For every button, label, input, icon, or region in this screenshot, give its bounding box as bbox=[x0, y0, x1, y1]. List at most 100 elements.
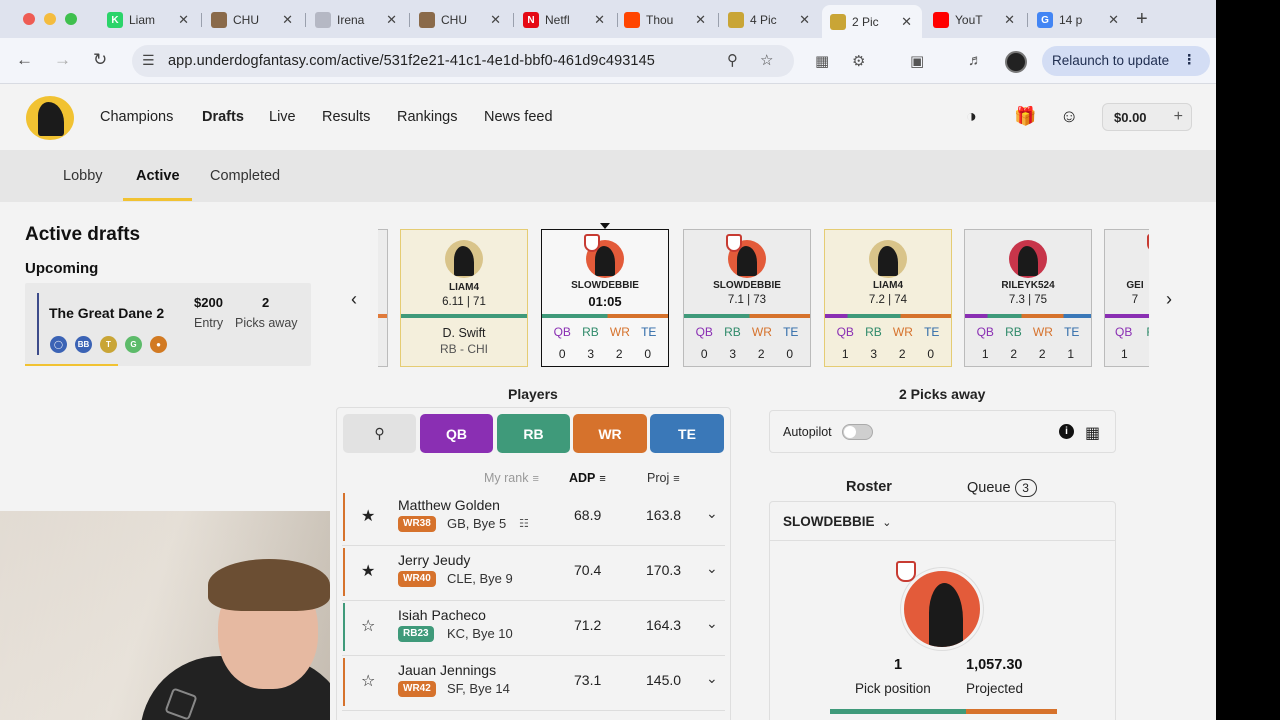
gift-icon[interactable]: 🎁 bbox=[1014, 106, 1036, 127]
sort-my-rank[interactable]: My rank ≡ bbox=[484, 471, 539, 485]
board-prev-arrow-icon[interactable]: ‹ bbox=[351, 289, 357, 310]
star-outline-icon[interactable]: ☆ bbox=[361, 616, 375, 636]
tab-search-icon[interactable]: ▣ bbox=[910, 52, 924, 70]
filter-wr-button[interactable]: WR bbox=[573, 414, 647, 453]
add-funds-icon[interactable]: + bbox=[1174, 108, 1183, 126]
forward-arrow-icon[interactable]: → bbox=[54, 50, 71, 70]
draft-card-partial-prev[interactable] bbox=[378, 229, 388, 367]
tab-label: Irena bbox=[337, 13, 365, 27]
grid-view-icon[interactable]: ▦ bbox=[1085, 423, 1100, 443]
extension-icon[interactable]: ▦ bbox=[815, 52, 829, 70]
star-filled-icon[interactable]: ★ bbox=[361, 561, 375, 581]
bookmark-star-icon[interactable]: ☆ bbox=[760, 51, 773, 69]
chevron-down-icon[interactable]: ⌄ bbox=[706, 670, 718, 687]
tab-roster[interactable]: Roster bbox=[846, 479, 892, 495]
autopilot-toggle[interactable] bbox=[842, 424, 873, 440]
roster-user-dropdown[interactable]: SLOWDEBBIE ⌄ bbox=[783, 514, 892, 529]
location-pin-icon[interactable]: ⚲ bbox=[727, 51, 738, 69]
tab-completed[interactable]: Completed bbox=[210, 168, 280, 184]
draft-card-partial-next[interactable]: GEI 7 QB R 1 bbox=[1104, 229, 1149, 367]
tab-label: YouT bbox=[955, 13, 983, 27]
nav-rankings[interactable]: Rankings bbox=[397, 109, 457, 125]
tab-favicon-icon: G bbox=[1037, 12, 1053, 28]
tab-close-icon[interactable]: ✕ bbox=[490, 12, 501, 28]
puzzle-extensions-icon[interactable]: ⚙ bbox=[852, 52, 865, 70]
chevron-down-icon[interactable]: ⌄ bbox=[706, 505, 718, 522]
chevron-down-icon[interactable]: ⌄ bbox=[706, 615, 718, 632]
chevron-down-icon[interactable]: ⌄ bbox=[706, 560, 718, 577]
draft-card-picked[interactable]: LIAM4 6.11 | 71 D. Swift RB - CHI bbox=[400, 229, 528, 367]
filter-te-button[interactable]: TE bbox=[650, 414, 724, 453]
reload-icon[interactable]: ↻ bbox=[93, 50, 107, 70]
browser-tab[interactable]: YouT ✕ bbox=[925, 6, 1025, 34]
back-arrow-icon[interactable]: ← bbox=[16, 50, 33, 70]
tab-close-icon[interactable]: ✕ bbox=[1108, 12, 1119, 28]
tab-close-icon[interactable]: ✕ bbox=[594, 12, 605, 28]
sort-adp[interactable]: ADP ≡ bbox=[569, 471, 606, 485]
tab-active[interactable]: Active bbox=[136, 168, 180, 184]
browser-tab[interactable]: CHU ✕ bbox=[411, 6, 511, 34]
browser-tab[interactable]: Thou ✕ bbox=[616, 6, 716, 34]
board-next-arrow-icon[interactable]: › bbox=[1166, 289, 1172, 310]
draft-card-current[interactable]: SLOWDEBBIE 01:05 QB RB WR TE 0 3 2 0 bbox=[541, 229, 669, 367]
player-name: Jauan Jennings bbox=[398, 662, 497, 678]
tab-close-icon[interactable]: ✕ bbox=[695, 12, 706, 28]
news-note-icon[interactable]: ☷ bbox=[519, 517, 529, 530]
site-settings-icon[interactable]: ☰ bbox=[142, 52, 155, 69]
nav-news-feed[interactable]: News feed bbox=[484, 109, 553, 125]
drafter-name: GEI bbox=[1126, 280, 1144, 291]
balance-button[interactable]: $0.00 + bbox=[1102, 103, 1192, 131]
player-row[interactable]: ☆ Isiah Pacheco RB23 KC, Bye 10 71.2 164.3 ⌄ bbox=[342, 601, 725, 656]
browser-tab[interactable]: 4 Pic ✕ bbox=[720, 6, 820, 34]
player-row[interactable]: ★ Jerry Jeudy WR40 CLE, Bye 9 70.4 170.3 ⌄ bbox=[342, 546, 725, 601]
draft-card-liam4[interactable]: LIAM4 7.2 | 74 QB RB WR TE 1 3 2 0 bbox=[824, 229, 952, 367]
tab-close-icon[interactable]: ✕ bbox=[282, 12, 293, 28]
nav-results[interactable]: Results bbox=[322, 109, 370, 125]
browser-tab[interactable]: 2 Pic ✕ bbox=[822, 5, 922, 38]
sort-proj[interactable]: Proj ≡ bbox=[647, 471, 680, 485]
new-tab-plus-icon[interactable]: + bbox=[1136, 8, 1148, 31]
tab-close-icon[interactable]: ✕ bbox=[1004, 12, 1015, 28]
profile-avatar[interactable] bbox=[1005, 51, 1027, 73]
info-icon[interactable]: i bbox=[1059, 424, 1074, 439]
nav-drafts[interactable]: Drafts bbox=[202, 109, 244, 125]
player-row[interactable]: ☆ Jauan Jennings WR42 SF, Bye 14 73.1 145.0 ⌄ bbox=[342, 656, 725, 711]
media-controls-icon[interactable]: ♬ bbox=[968, 52, 983, 69]
relaunch-button[interactable]: Relaunch to update ⋮ bbox=[1042, 46, 1210, 76]
pick-position-value: 1 bbox=[894, 657, 903, 673]
account-icon[interactable]: ☺ bbox=[1060, 106, 1078, 127]
browser-tab[interactable]: G 14 p ✕ bbox=[1029, 6, 1129, 34]
player-search-button[interactable]: ⚲ bbox=[343, 414, 416, 453]
tab-close-icon[interactable]: ✕ bbox=[386, 12, 397, 28]
minimize-window-icon[interactable] bbox=[44, 13, 56, 25]
tab-close-icon[interactable]: ✕ bbox=[178, 12, 189, 28]
draft-name: The Great Dane 2 bbox=[49, 305, 165, 321]
star-filled-icon[interactable]: ★ bbox=[361, 506, 375, 526]
star-outline-icon[interactable]: ☆ bbox=[361, 671, 375, 691]
url-text[interactable]: app.underdogfantasy.com/active/531f2e21-… bbox=[168, 53, 655, 69]
tab-close-icon[interactable]: ✕ bbox=[901, 14, 912, 30]
address-bar[interactable]: ☰ app.underdogfantasy.com/active/531f2e2… bbox=[132, 45, 794, 77]
tab-queue[interactable]: Queue 3 bbox=[967, 479, 1037, 497]
draft-progress-bar bbox=[25, 364, 118, 366]
browser-tab[interactable]: CHU ✕ bbox=[203, 6, 303, 34]
upcoming-draft-card[interactable]: The Great Dane 2 $200 Entry 2 Picks away… bbox=[25, 283, 311, 366]
nav-live[interactable]: Live bbox=[269, 109, 296, 125]
draft-card-user[interactable]: SLOWDEBBIE 7.1 | 73 QB RB WR TE 0 3 2 0 bbox=[683, 229, 811, 367]
draft-card-rileyk524[interactable]: RILEYK524 7.3 | 75 QB RB WR TE 1 2 2 1 bbox=[964, 229, 1092, 367]
maximize-window-icon[interactable] bbox=[65, 13, 77, 25]
tab-lobby[interactable]: Lobby bbox=[63, 168, 103, 184]
close-window-icon[interactable] bbox=[23, 13, 35, 25]
theme-toggle-icon[interactable]: ◑ bbox=[966, 106, 977, 127]
browser-tab[interactable]: N Netfl ✕ bbox=[515, 6, 615, 34]
browser-tab[interactable]: Irena ✕ bbox=[307, 6, 407, 34]
filter-qb-button[interactable]: QB bbox=[420, 414, 493, 453]
te-label: TE bbox=[924, 325, 940, 339]
more-menu-icon[interactable]: ⋮ bbox=[1183, 52, 1197, 68]
underdog-logo[interactable] bbox=[26, 96, 74, 140]
browser-tab[interactable]: K Liam ✕ bbox=[99, 6, 199, 34]
player-row[interactable]: ★ Matthew Golden WR38 GB, Bye 5 ☷ 68.9 163.8 ⌄ bbox=[342, 491, 725, 546]
filter-rb-button[interactable]: RB bbox=[497, 414, 570, 453]
nav-champions[interactable]: Champions bbox=[100, 109, 173, 125]
tab-close-icon[interactable]: ✕ bbox=[799, 12, 810, 28]
